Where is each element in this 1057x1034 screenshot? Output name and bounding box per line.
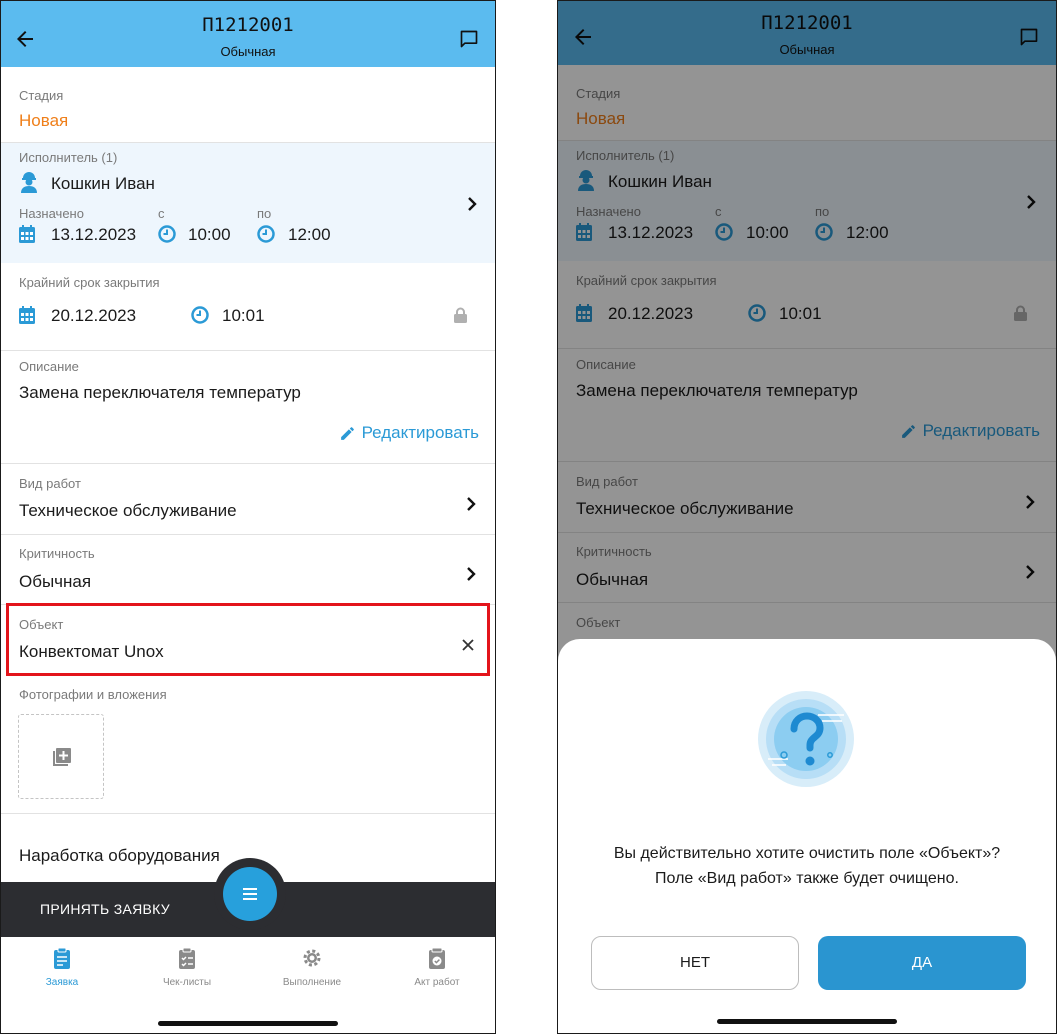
tab-bar: Заявка Чек-листы Выполнение Акт работ (1, 937, 495, 1033)
deadline-time: 10:01 (222, 306, 265, 325)
tab-act[interactable]: Акт работ (387, 947, 487, 988)
add-photo-icon (53, 748, 71, 766)
menu-icon (243, 888, 257, 900)
menu-fab[interactable] (223, 867, 277, 921)
stage-label: Стадия (19, 88, 64, 103)
description-section: Описание Замена переключателя температур… (1, 351, 495, 464)
clipboard-icon (54, 947, 70, 969)
clock-icon (191, 306, 209, 324)
edit-description-button[interactable]: Редактировать (339, 423, 479, 443)
executor-name: Кошкин Иван (51, 174, 155, 193)
tab-label: Акт работ (414, 977, 460, 988)
question-icon (758, 691, 854, 787)
checklist-icon (179, 947, 195, 969)
tab-execution[interactable]: Выполнение (262, 947, 362, 988)
executor-section[interactable]: Исполнитель (1) Кошкин Иван Назначено с … (1, 143, 495, 263)
tab-request[interactable]: Заявка (12, 947, 112, 988)
edit-label: Редактировать (361, 423, 479, 442)
chevron-right-icon[interactable] (465, 567, 477, 581)
from-label: с (158, 206, 165, 221)
to-label: по (257, 206, 272, 221)
page-subtitle: Обычная (220, 44, 276, 59)
stage-value: Новая (19, 111, 69, 130)
tab-label: Заявка (45, 977, 79, 988)
no-button[interactable]: НЕТ (591, 936, 799, 990)
dialog-message-line1: Вы действительно хотите очистить поле «О… (613, 845, 1001, 862)
criticality-value: Обычная (19, 572, 92, 591)
deadline-section: Крайний срок закрытия 20.12.2023 10:01 (1, 263, 495, 351)
dialog-message: Вы действительно хотите очистить поле «О… (558, 841, 1056, 891)
stage-section: Стадия Новая (1, 67, 495, 143)
operating-hours-label: Наработка оборудования (19, 846, 220, 865)
dialog-message-line2: Поле «Вид работ» также будет очищено. (655, 870, 959, 887)
worker-icon (21, 172, 37, 193)
home-indicator (717, 1019, 897, 1024)
act-icon (429, 947, 445, 969)
work-type-value: Техническое обслуживание (19, 501, 237, 520)
accept-request-button[interactable]: ПРИНЯТЬ ЗАЯВКУ (40, 901, 170, 917)
home-indicator (158, 1021, 338, 1026)
to-time: 12:00 (288, 225, 331, 244)
add-attachment-button[interactable] (18, 714, 104, 799)
work-type-label: Вид работ (19, 476, 81, 491)
criticality-section[interactable]: Критичность Обычная (1, 535, 495, 605)
criticality-label: Критичность (19, 546, 95, 561)
pencil-icon (340, 426, 354, 440)
header-bar: П1212001 Обычная (1, 1, 495, 67)
description-text: Замена переключателя температур (19, 383, 301, 402)
calendar-icon (19, 225, 35, 243)
right-phone-screen: П1212001 Обычная Стадия Новая Исполнител… (557, 0, 1057, 1034)
tab-label: Выполнение (282, 977, 342, 988)
work-type-section[interactable]: Вид работ Техническое обслуживание (1, 464, 495, 535)
yes-button[interactable]: ДА (818, 936, 1026, 990)
chevron-right-icon[interactable] (466, 197, 478, 211)
chevron-right-icon[interactable] (465, 497, 477, 511)
tab-checklists[interactable]: Чек-листы (137, 947, 237, 988)
deadline-date: 20.12.2023 (51, 306, 137, 325)
assigned-label: Назначено (19, 206, 84, 221)
deadline-label: Крайний срок закрытия (19, 275, 160, 290)
gear-icon (303, 949, 321, 967)
tab-label: Чек-листы (162, 977, 212, 988)
assigned-date: 13.12.2023 (51, 225, 137, 244)
left-phone-screen: П1212001 Обычная Стадия Новая Исполнител… (0, 0, 496, 1034)
calendar-icon (19, 306, 35, 324)
object-highlight-box (6, 603, 490, 676)
executor-label: Исполнитель (1) (19, 150, 118, 165)
page-title: П1212001 (202, 14, 294, 36)
lock-icon (454, 307, 467, 323)
description-label: Описание (19, 359, 79, 374)
clock-icon (257, 225, 275, 243)
attachments-label: Фотографии и вложения (19, 687, 167, 702)
chat-icon[interactable] (459, 29, 479, 49)
clock-icon (158, 225, 176, 243)
from-time: 10:00 (188, 225, 231, 244)
confirm-dialog: Вы действительно хотите очистить поле «О… (558, 639, 1056, 1033)
